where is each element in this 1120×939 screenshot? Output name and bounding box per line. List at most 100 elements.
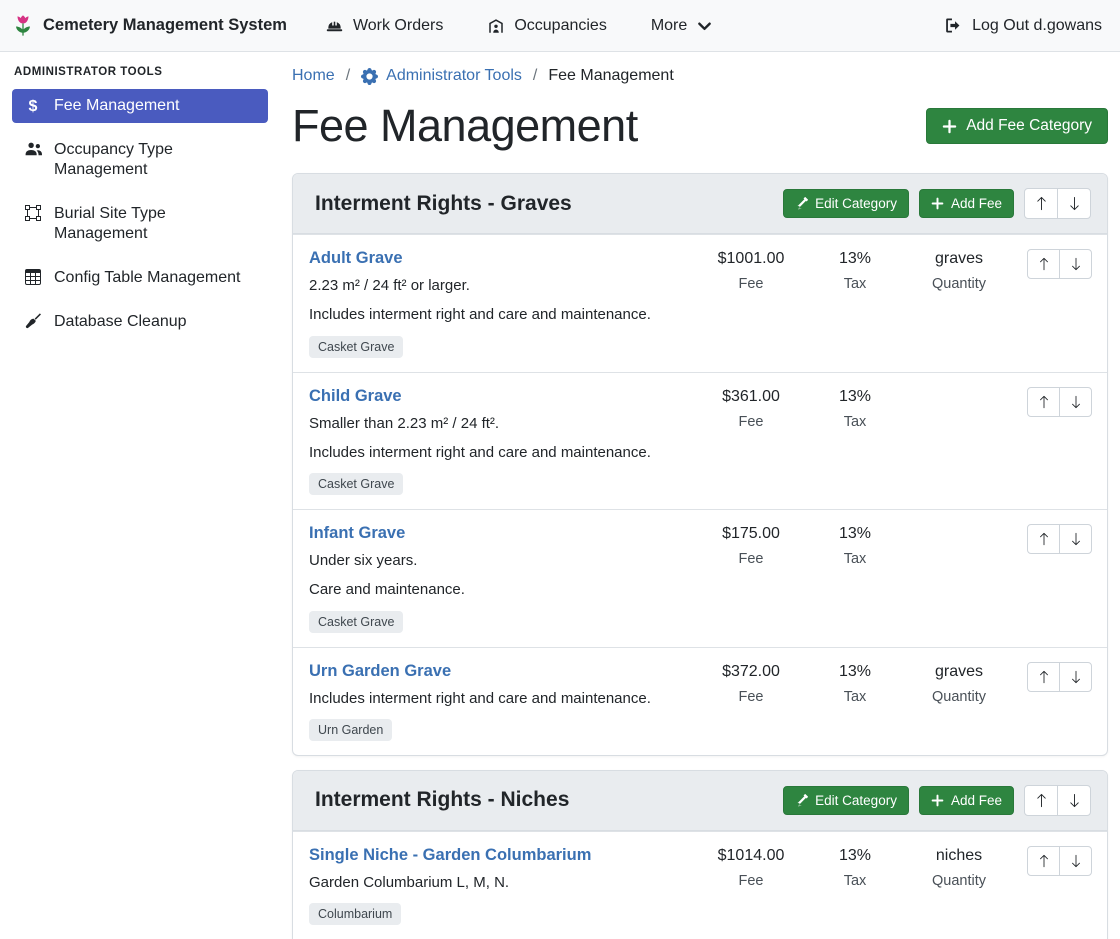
fee-type-badge: Casket Grave [309,473,403,495]
fee-description: Includes interment right and care and ma… [309,443,689,463]
breadcrumb-current: Fee Management [548,67,673,85]
fee-amount-col: $1014.00 Fee [699,845,803,889]
sidebar: Administrator Tools $ Fee Management Occ… [0,52,280,939]
page-header: Fee Management Add Fee Category [292,100,1108,152]
fee-quantity-col: niches Quantity [907,845,1011,889]
sidebar-item-config-table-management[interactable]: Config Table Management [12,261,268,295]
fee-amount-label: Fee [699,873,803,889]
fee-amount: $361.00 [699,388,803,406]
move-fee-up-button[interactable] [1027,387,1060,417]
breadcrumb-admin-tools-label: Administrator Tools [386,67,522,85]
chevron-down-icon [698,22,711,31]
breadcrumb-admin-tools-link[interactable]: Administrator Tools [361,67,522,85]
category-reorder-group [1024,785,1091,816]
fee-name-link[interactable]: Child Grave [309,387,402,406]
fee-amount: $175.00 [699,525,803,543]
category-title: Interment Rights - Graves [315,192,572,216]
fee-amount-col: $372.00 Fee [699,661,803,705]
add-fee-button[interactable]: Add Fee [919,189,1014,218]
category-header: Interment Rights - Niches Edit Category … [293,771,1107,831]
fee-amount-label: Fee [699,276,803,292]
nav-occupancies[interactable]: Occupancies [487,17,607,35]
fee-amount-col: $1001.00 Fee [699,248,803,292]
move-category-down-button[interactable] [1057,785,1091,816]
fee-description: Smaller than 2.23 m² / 24 ft². [309,414,689,434]
fee-name-link[interactable]: Adult Grave [309,249,403,268]
nav-work-orders[interactable]: Work Orders [325,17,443,35]
broom-icon [22,313,44,329]
tulip-logo-icon [12,14,34,38]
fee-description: Includes interment right and care and ma… [309,689,689,709]
move-fee-down-button[interactable] [1059,387,1092,417]
breadcrumb-separator: / [346,67,350,85]
fee-tax-label: Tax [803,689,907,705]
fee-reorder-group [1011,386,1092,417]
breadcrumb-separator: / [533,67,537,85]
fee-quantity-unit: niches [907,847,1011,865]
sidebar-item-label: Config Table Management [54,268,241,288]
edit-category-button[interactable]: Edit Category [783,786,909,815]
move-fee-down-button[interactable] [1059,662,1092,692]
fee-description: Includes interment right and care and ma… [309,305,689,325]
dollar-icon: $ [22,97,44,116]
app-brand[interactable]: Cemetery Management System [12,14,287,38]
breadcrumb: Home / Administrator Tools / Fee Managem… [292,67,1108,85]
plus-icon [931,794,944,807]
fee-tax-label: Tax [803,551,907,567]
sidebar-item-fee-management[interactable]: $ Fee Management [12,89,268,123]
move-fee-up-button[interactable] [1027,249,1060,279]
logout-icon [944,17,963,34]
fee-amount-label: Fee [699,551,803,567]
fee-row-infant-grave: Infant Grave Under six years. Care and m… [293,509,1107,647]
fee-quantity-unit: graves [907,663,1011,681]
breadcrumb-home-link[interactable]: Home [292,67,335,85]
fee-name-link[interactable]: Infant Grave [309,524,405,543]
fee-amount: $1001.00 [699,250,803,268]
fee-quantity-col: graves Quantity [907,661,1011,705]
add-fee-category-label: Add Fee Category [966,117,1092,135]
move-fee-up-button[interactable] [1027,662,1060,692]
sidebar-item-label: Database Cleanup [54,312,187,332]
sidebar-item-burial-site-type-management[interactable]: Burial Site Type Management [12,197,268,251]
fee-row-single-niche: Single Niche - Garden Columbarium Garden… [293,831,1107,939]
logout-button[interactable]: Log Out d.gowans [944,17,1102,35]
fee-tax: 13% [803,250,907,268]
add-fee-category-button[interactable]: Add Fee Category [926,108,1108,144]
fee-row-urn-garden-grave: Urn Garden Grave Includes interment righ… [293,647,1107,755]
edit-category-label: Edit Category [815,793,897,808]
sidebar-item-label: Fee Management [54,96,179,116]
nav-occupancies-label: Occupancies [514,17,607,35]
fee-quantity-label: Quantity [907,689,1011,705]
fee-name-link[interactable]: Single Niche - Garden Columbarium [309,846,591,865]
fee-tax-label: Tax [803,276,907,292]
fee-row-child-grave: Child Grave Smaller than 2.23 m² / 24 ft… [293,372,1107,510]
fee-tax-col: 13% Tax [803,845,907,889]
nav-more-menu[interactable]: More [651,17,711,35]
fee-reorder-group [1011,523,1092,554]
move-category-up-button[interactable] [1024,785,1058,816]
sidebar-item-occupancy-type-management[interactable]: Occupancy Type Management [12,133,268,187]
edit-category-button[interactable]: Edit Category [783,189,909,218]
fee-reorder-group [1011,248,1092,279]
move-fee-down-button[interactable] [1059,846,1092,876]
main-content: Home / Administrator Tools / Fee Managem… [280,52,1120,939]
person-shelter-icon [487,17,505,35]
move-category-up-button[interactable] [1024,188,1058,219]
fee-name-link[interactable]: Urn Garden Grave [309,662,451,681]
move-fee-down-button[interactable] [1059,249,1092,279]
move-category-down-button[interactable] [1057,188,1091,219]
move-fee-down-button[interactable] [1059,524,1092,554]
fee-quantity-unit: graves [907,250,1011,268]
fee-tax: 13% [803,388,907,406]
fee-quantity-label: Quantity [907,873,1011,889]
fee-tax-col: 13% Tax [803,386,907,430]
sidebar-item-label: Burial Site Type Management [54,204,258,244]
nav-work-orders-label: Work Orders [353,17,443,35]
fee-tax-col: 13% Tax [803,248,907,292]
move-fee-up-button[interactable] [1027,524,1060,554]
fee-tax-label: Tax [803,873,907,889]
add-fee-button[interactable]: Add Fee [919,786,1014,815]
sidebar-item-database-cleanup[interactable]: Database Cleanup [12,305,268,339]
move-fee-up-button[interactable] [1027,846,1060,876]
add-fee-label: Add Fee [951,793,1002,808]
